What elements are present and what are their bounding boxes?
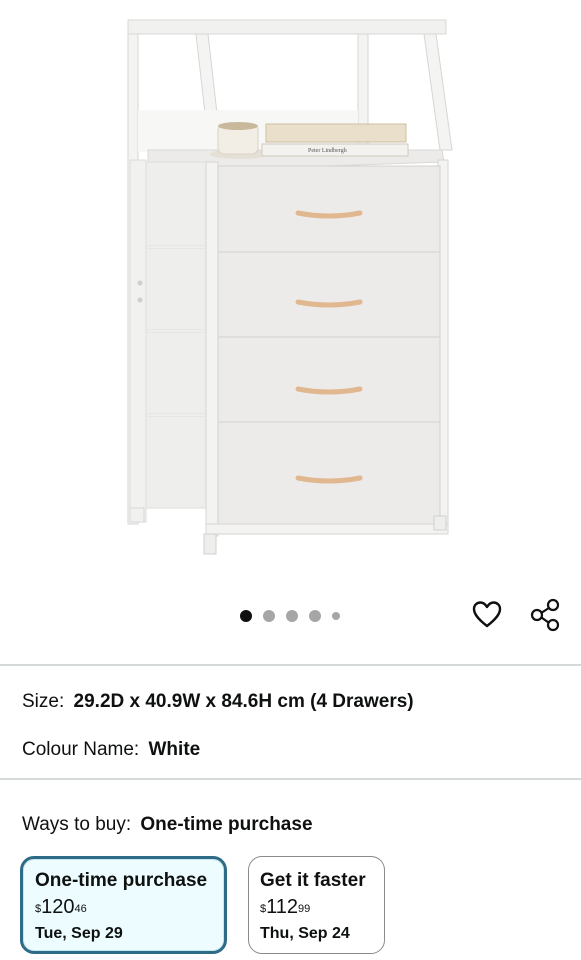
section-divider xyxy=(0,664,581,666)
option-title: One-time purchase xyxy=(35,870,208,891)
price-whole: 120 xyxy=(41,896,75,918)
pagination-dot[interactable] xyxy=(263,610,275,622)
option-title: Get it faster xyxy=(260,870,366,891)
section-divider xyxy=(0,778,581,780)
price-fraction: 46 xyxy=(74,903,87,915)
price-currency: $ xyxy=(260,903,267,915)
wishlist-heart-icon[interactable] xyxy=(472,600,502,630)
colour-row[interactable]: Colour Name: White xyxy=(22,738,200,762)
colour-label: Colour Name: xyxy=(22,739,140,760)
pagination-dot[interactable] xyxy=(240,610,252,622)
purchase-option-one-time[interactable]: One-time purchase $12046 Tue, Sep 29 xyxy=(20,856,227,954)
option-price: $12046 xyxy=(35,895,212,919)
ways-to-buy-row: Ways to buy: One-time purchase xyxy=(22,813,313,837)
price-currency: $ xyxy=(35,903,42,915)
pagination-dot[interactable] xyxy=(332,612,340,620)
colour-value: White xyxy=(148,739,201,760)
option-price: $11299 xyxy=(260,895,373,919)
share-icon[interactable] xyxy=(528,598,562,632)
price-whole: 112 xyxy=(266,896,299,918)
book-title-text: Peter Lindbergh xyxy=(308,148,347,154)
pagination-dot[interactable] xyxy=(309,610,321,622)
ways-to-buy-value: One-time purchase xyxy=(140,814,313,835)
pagination-dot[interactable] xyxy=(286,610,298,622)
product-image[interactable]: Peter Lindbergh xyxy=(0,0,581,660)
option-delivery-date: Tue, Sep 29 xyxy=(35,925,123,942)
purchase-option-get-it-faster[interactable]: Get it faster $11299 Thu, Sep 24 xyxy=(248,856,385,954)
ways-to-buy-label: Ways to buy: xyxy=(22,814,132,835)
size-row[interactable]: Size: 29.2D x 40.9W x 84.6H cm (4 Drawer… xyxy=(22,690,414,714)
option-delivery-date: Thu, Sep 24 xyxy=(260,925,350,942)
price-fraction: 99 xyxy=(298,903,311,915)
product-image-gallery[interactable]: Peter Lindbergh xyxy=(0,0,581,660)
size-value: 29.2D x 40.9W x 84.6H cm (4 Drawers) xyxy=(73,691,414,712)
size-label: Size: xyxy=(22,691,65,712)
